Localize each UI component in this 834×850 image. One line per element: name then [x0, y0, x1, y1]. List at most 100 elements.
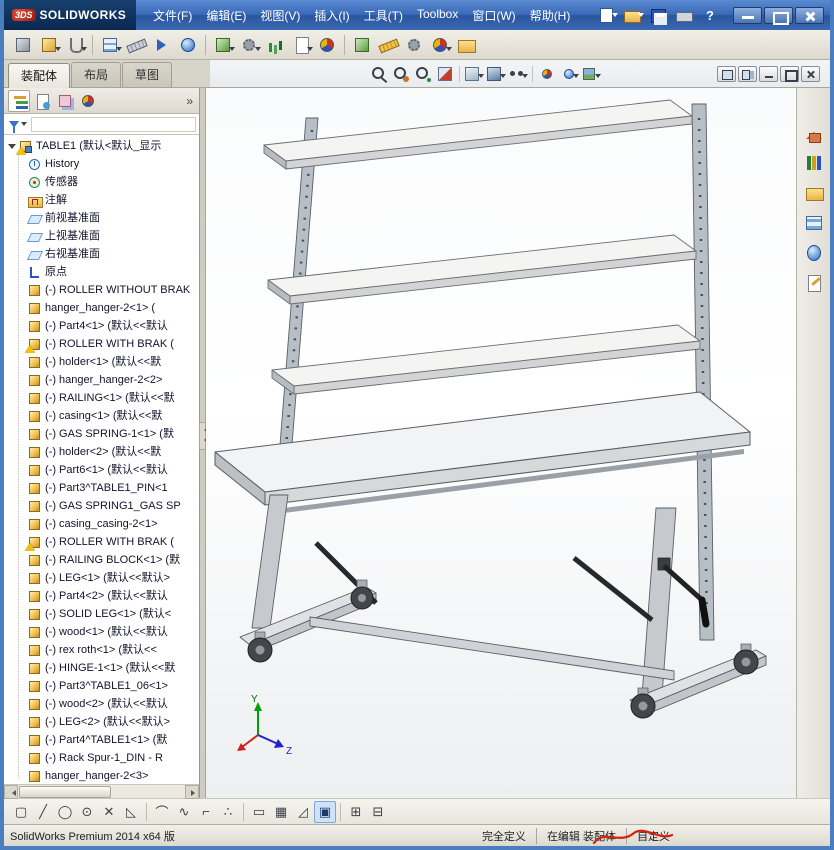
assembly-features-button[interactable]	[210, 32, 236, 58]
new-motion-study-button[interactable]	[262, 32, 288, 58]
move-component-button[interactable]	[149, 32, 175, 58]
appearances-scenes-icon[interactable]	[802, 242, 826, 264]
custom-toolbar-label[interactable]: 自定义	[627, 828, 680, 844]
mass-properties-button[interactable]	[401, 32, 427, 58]
menu-insert[interactable]: 插入(I)	[307, 5, 356, 26]
tree-item[interactable]: 上视基准面	[4, 227, 199, 245]
tab-layout[interactable]: 布局	[71, 62, 122, 87]
tree-root-item[interactable]: TABLE1 (默认<默认_显示	[4, 137, 199, 155]
save-button[interactable]	[646, 5, 670, 25]
tree-item[interactable]: 原点	[4, 263, 199, 281]
zoom-to-area-button[interactable]	[390, 63, 412, 85]
cross-snap-icon[interactable]: ✕	[98, 801, 120, 823]
tree-item[interactable]: (-) GAS SPRING-1<1> (默	[4, 425, 199, 443]
spline-snap-icon[interactable]: ∿	[173, 801, 195, 823]
interference-detection-button[interactable]	[349, 32, 375, 58]
tree-item[interactable]: (-) RAILING BLOCK<1> (默	[4, 551, 199, 569]
tree-item[interactable]: hanger_hanger-2<1> (	[4, 299, 199, 317]
bill-of-materials-button[interactable]	[288, 32, 314, 58]
options-button[interactable]	[453, 32, 479, 58]
tree-item[interactable]: History	[4, 155, 199, 173]
menu-file[interactable]: 文件(F)	[146, 5, 199, 26]
tree-item[interactable]: (-) casing_casing-2<1>	[4, 515, 199, 533]
tree-item[interactable]: (-) rex roth<1> (默认<<	[4, 641, 199, 659]
tree-item[interactable]: (-) ROLLER WITH BRAK (	[4, 533, 199, 551]
grid-snap-icon[interactable]: ▦	[270, 801, 292, 823]
grid-settings-icon[interactable]: ⊟	[367, 801, 389, 823]
linear-component-pattern-button[interactable]	[97, 32, 123, 58]
section-view-button[interactable]	[434, 63, 456, 85]
configurationmanager-tab[interactable]	[54, 90, 76, 112]
tree-item[interactable]: (-) Part3^TABLE1_06<1>	[4, 677, 199, 695]
line-snap-icon[interactable]: ╱	[32, 801, 54, 823]
design-library-icon[interactable]	[802, 152, 826, 174]
tree-item[interactable]: (-) ROLLER WITH BRAK (	[4, 335, 199, 353]
slot-snap-icon[interactable]: ▭	[248, 801, 270, 823]
previous-view-button[interactable]	[412, 63, 434, 85]
point-snap-icon[interactable]: ⊙	[76, 801, 98, 823]
tree-item[interactable]: (-) GAS SPRING1_GAS SP	[4, 497, 199, 515]
tree-item[interactable]: 右视基准面	[4, 245, 199, 263]
menu-edit[interactable]: 编辑(E)	[199, 5, 253, 26]
tree-item[interactable]: (-) holder<2> (默认<<默	[4, 443, 199, 461]
smart-fasteners-button[interactable]	[123, 32, 149, 58]
file-explorer-icon[interactable]	[802, 182, 826, 204]
display-style-button[interactable]	[485, 63, 507, 85]
panel-collapse-handle[interactable]	[199, 422, 208, 450]
tree-filter-input[interactable]	[31, 116, 196, 132]
insert-components-button[interactable]	[36, 32, 62, 58]
points-snap-icon[interactable]: ∴	[217, 801, 239, 823]
custom-properties-icon[interactable]	[802, 272, 826, 294]
tree-item[interactable]: (-) holder<1> (默认<<默	[4, 353, 199, 371]
edit-appearance-button[interactable]	[536, 63, 558, 85]
tree-item[interactable]: 注解	[4, 191, 199, 209]
tree-item[interactable]: (-) Rack Spur-1_DIN - R	[4, 749, 199, 767]
tree-item[interactable]: (-) wood<1> (默认<<默认	[4, 623, 199, 641]
tree-item[interactable]: (-) HINGE-1<1> (默认<<默	[4, 659, 199, 677]
tree-item[interactable]: (-) LEG<2> (默认<<默认>	[4, 713, 199, 731]
workbench-model[interactable]	[214, 99, 767, 719]
propertymanager-tab[interactable]	[31, 90, 53, 112]
edit-component-button[interactable]	[10, 32, 36, 58]
exploded-view-button[interactable]	[314, 32, 340, 58]
view-settings-button[interactable]	[580, 63, 602, 85]
tree-item[interactable]: (-) hanger_hanger-2<2>	[4, 371, 199, 389]
menu-tools[interactable]: 工具(T)	[357, 5, 410, 26]
menu-view[interactable]: 视图(V)	[253, 5, 307, 26]
show-hidden-components-button[interactable]	[175, 32, 201, 58]
angle-snap-icon[interactable]: ◿	[292, 801, 314, 823]
shaded-view-icon[interactable]: ▣	[314, 800, 336, 823]
doc-restore-button[interactable]	[780, 65, 799, 82]
tree-item[interactable]: (-) Part6<1> (默认<<默认	[4, 461, 199, 479]
help-button[interactable]: ?	[698, 5, 722, 25]
view-palette-icon[interactable]	[802, 212, 826, 234]
appearances-button[interactable]	[427, 32, 453, 58]
menu-window[interactable]: 窗口(W)	[465, 5, 522, 26]
maximize-button[interactable]	[764, 6, 793, 25]
tree-item[interactable]: (-) ROLLER WITHOUT BRAK	[4, 281, 199, 299]
menu-help[interactable]: 帮助(H)	[523, 5, 578, 26]
tree-item[interactable]: hanger_hanger-2<3>	[4, 767, 199, 784]
close-button[interactable]	[795, 6, 824, 24]
menu-toolbox[interactable]: Toolbox	[410, 5, 465, 26]
open-document-button[interactable]	[620, 5, 644, 25]
scroll-left-button[interactable]	[4, 784, 18, 799]
tree-item[interactable]: 传感器	[4, 173, 199, 191]
doc-minimize-button[interactable]	[759, 65, 778, 82]
expand-arrow-icon[interactable]	[8, 143, 16, 153]
tree-item[interactable]: (-) Part3^TABLE1_PIN<1	[4, 479, 199, 497]
tree-item[interactable]: (-) RAILING<1> (默认<<默	[4, 389, 199, 407]
h-scrollbar-thumb[interactable]	[19, 785, 111, 798]
mate-button[interactable]	[62, 32, 88, 58]
tree-item[interactable]: 前视基准面	[4, 209, 199, 227]
tree-item[interactable]: (-) wood<2> (默认<<默认	[4, 695, 199, 713]
home-icon[interactable]	[802, 122, 826, 144]
zoom-to-fit-button[interactable]	[368, 63, 390, 85]
model-canvas[interactable]: Y Z	[206, 88, 796, 798]
scroll-right-button[interactable]	[185, 784, 199, 799]
measure-button[interactable]	[375, 32, 401, 58]
view-orientation-button[interactable]	[463, 63, 485, 85]
circle-snap-icon[interactable]: ◯	[54, 801, 76, 823]
doc-close-button[interactable]	[801, 65, 820, 82]
displaymanager-tab[interactable]	[77, 90, 99, 112]
